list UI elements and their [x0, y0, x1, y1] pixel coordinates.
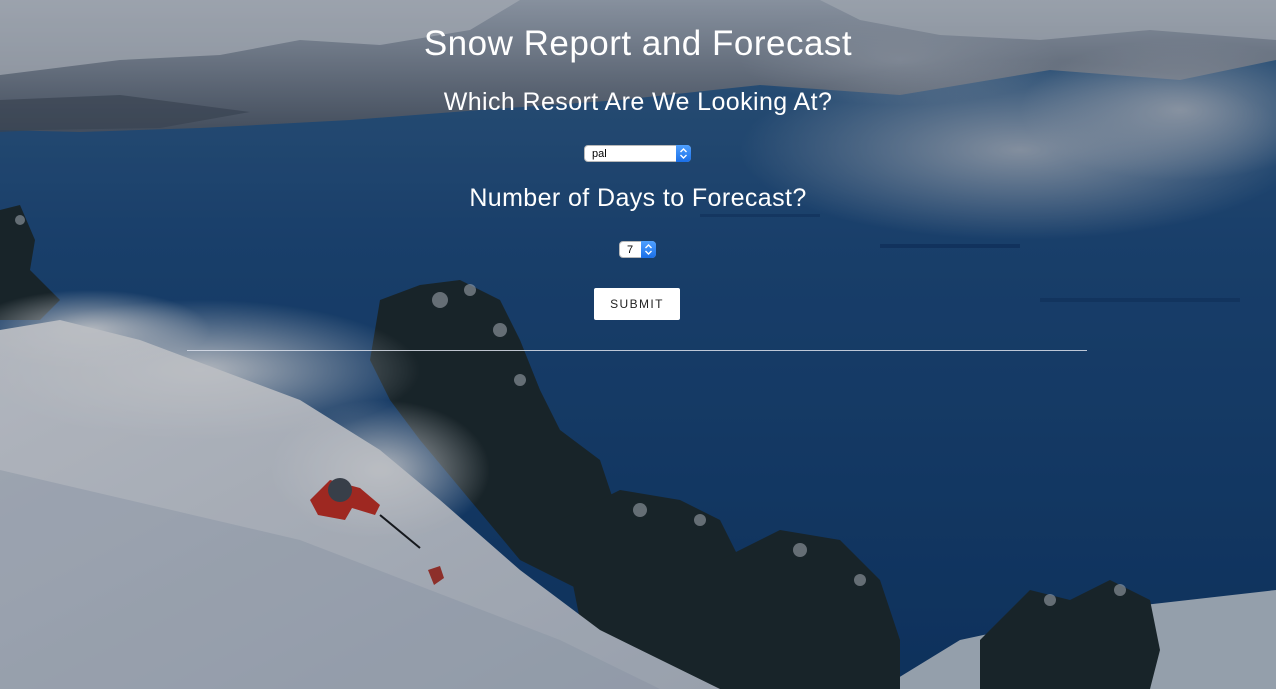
days-question-label: Number of Days to Forecast? — [469, 184, 807, 212]
resort-question-label: Which Resort Are We Looking At? — [443, 88, 833, 116]
page: Snow Report and Forecast Which Resort Ar… — [0, 0, 1276, 689]
resort-select[interactable]: pal — [584, 145, 691, 162]
page-title: Snow Report and Forecast — [423, 24, 853, 63]
days-select-value: 7 — [627, 244, 634, 256]
resort-select-value: pal — [592, 148, 607, 160]
divider — [187, 350, 1087, 351]
days-select[interactable]: 7 — [619, 241, 656, 258]
select-arrows-icon — [641, 241, 656, 258]
submit-button[interactable]: SUBMIT — [594, 288, 680, 320]
forecast-form: Snow Report and Forecast Which Resort Ar… — [0, 0, 1276, 689]
select-arrows-icon — [676, 145, 691, 162]
